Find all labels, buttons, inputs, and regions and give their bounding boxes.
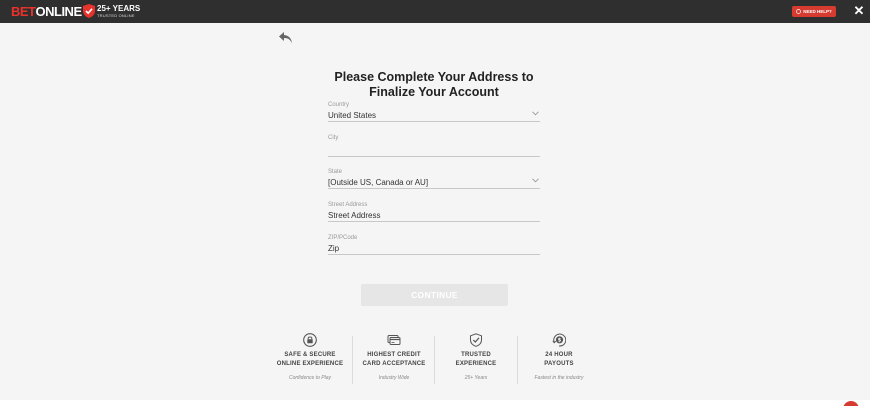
clock-dollar-icon: $ xyxy=(552,333,566,347)
feature-credit-card: HIGHEST CREDIT CARD ACCEPTANCE Industry … xyxy=(352,333,436,381)
page-title: Please Complete Your Address to Finalize… xyxy=(304,70,564,100)
betonline-logo[interactable]: BET ONLINE xyxy=(11,4,82,19)
state-label: State xyxy=(328,169,343,175)
title-line-2: Finalize Your Account xyxy=(369,85,499,99)
close-icon[interactable]: ✕ xyxy=(852,4,866,18)
badge-main-text: 25+ YEARS xyxy=(97,3,141,13)
chevron-down-icon xyxy=(532,111,539,116)
feature-title-line-2: EXPERIENCE xyxy=(455,360,497,367)
country-value: United States xyxy=(328,111,377,120)
need-help-label: NEED HELP? xyxy=(803,9,832,14)
feature-safe-secure: SAFE & SECURE ONLINE EXPERIENCE Confiden… xyxy=(268,333,352,381)
city-label: City xyxy=(328,135,339,141)
zip-field[interactable]: ZIP/PCode Zip xyxy=(328,235,540,255)
back-arrow-icon[interactable] xyxy=(278,31,293,45)
years-badge: 25+ YEARS TRUSTED ONLINE xyxy=(83,4,140,18)
country-select[interactable]: Country United States xyxy=(328,102,540,122)
feature-title-line-2: PAYOUTS xyxy=(544,360,574,367)
credit-card-icon xyxy=(387,335,401,345)
logo-bet-text: BET xyxy=(11,4,36,19)
feature-title-line-1: HIGHEST CREDIT xyxy=(367,352,421,358)
badge-sub-text: TRUSTED ONLINE xyxy=(97,12,135,18)
country-label: Country xyxy=(328,102,350,108)
state-select[interactable]: State [Outside US, Canada or AU] xyxy=(328,169,540,189)
lock-icon xyxy=(303,333,317,347)
street-address-value: Street Address xyxy=(328,211,381,220)
feature-subtitle: Fastest in the industry xyxy=(534,375,584,381)
zip-label: ZIP/PCode xyxy=(328,235,358,241)
logo-online-text: ONLINE xyxy=(35,4,83,19)
svg-text:$: $ xyxy=(558,338,562,344)
city-field[interactable]: City xyxy=(328,135,540,157)
feature-trusted: TRUSTED EXPERIENCE 25+ Years xyxy=(434,333,518,381)
shield-check-icon xyxy=(83,4,95,18)
shield-check-icon xyxy=(470,333,482,347)
need-help-button[interactable]: NEED HELP? xyxy=(792,6,836,17)
title-line-1: Please Complete Your Address to xyxy=(334,70,534,84)
chat-icon xyxy=(796,9,802,14)
feature-title-line-2: ONLINE EXPERIENCE xyxy=(276,360,344,367)
zip-value: Zip xyxy=(328,244,340,253)
chevron-down-icon xyxy=(532,178,539,183)
feature-title-line-1: TRUSTED xyxy=(461,352,491,358)
continue-button[interactable]: CONTINUE xyxy=(361,284,508,306)
street-address-field[interactable]: Street Address Street Address xyxy=(328,202,540,222)
bottom-strip xyxy=(0,400,870,406)
feature-title-line-2: CARD ACCEPTANCE xyxy=(362,360,426,367)
feature-subtitle: 25+ Years xyxy=(464,375,488,381)
feature-subtitle: Industry Wide xyxy=(378,375,410,381)
feature-title-line-1: 24 HOUR xyxy=(545,352,573,358)
feature-title-line-1: SAFE & SECURE xyxy=(284,352,336,358)
street-address-label: Street Address xyxy=(328,202,368,208)
feature-subtitle: Confidence to Play xyxy=(289,375,331,381)
state-value: [Outside US, Canada or AU] xyxy=(328,178,429,187)
top-bar: BET ONLINE 25+ YEARS TRUSTED ONLINE NEED … xyxy=(0,0,870,23)
feature-payouts: $ 24 HOUR PAYOUTS Fastest in the industr… xyxy=(517,333,601,381)
